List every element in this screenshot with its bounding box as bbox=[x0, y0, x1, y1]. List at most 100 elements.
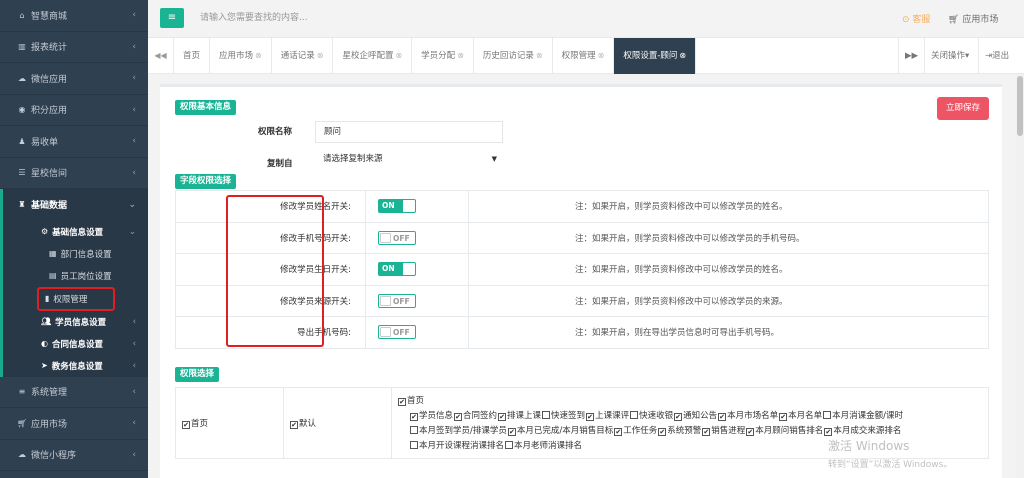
checkbox[interactable] bbox=[824, 428, 833, 436]
permission-checkbox-item[interactable]: 本月市场名单 bbox=[718, 411, 778, 421]
logout-button[interactable]: ⇥退出 bbox=[978, 38, 1015, 74]
close-icon[interactable]: ⊗ bbox=[255, 51, 262, 60]
sidebar-item[interactable]: ☰ 星校信间 ‹ bbox=[0, 158, 148, 189]
permission-checkbox-item[interactable]: 本月已完成/本月销售目标 bbox=[507, 426, 613, 436]
toggle-switch[interactable]: ON bbox=[378, 262, 416, 277]
toggle-switch[interactable]: OFF bbox=[378, 230, 416, 245]
sidebar-item[interactable]: ▥ 报表统计 ‹ bbox=[0, 32, 148, 63]
sidebar-item[interactable]: ◉ 积分应用 ‹ bbox=[0, 95, 148, 126]
toggle-switch[interactable]: OFF bbox=[378, 293, 416, 308]
sidebar-subitem[interactable]: 👥︎ 学员信息设置 ‹ bbox=[3, 311, 148, 333]
tab[interactable]: 首页 bbox=[174, 38, 211, 74]
toggle-knob bbox=[380, 295, 391, 306]
checkbox[interactable] bbox=[614, 428, 623, 436]
sidebar-item[interactable]: ☁ 微信小程序 ‹ bbox=[0, 440, 148, 471]
tab[interactable]: 权限管理 ⊗ bbox=[553, 38, 615, 74]
permission-checkbox-item[interactable]: 本月开设课程消课排名 bbox=[410, 441, 504, 451]
checkbox[interactable] bbox=[674, 413, 683, 421]
tab[interactable]: 权限设置-顾问 ⊗ bbox=[614, 38, 697, 74]
checkbox[interactable] bbox=[410, 426, 418, 434]
checkbox[interactable] bbox=[718, 413, 727, 421]
permission-checkbox-item[interactable]: 本月消课金额/课时 bbox=[823, 411, 903, 421]
field-note: 注：如果开启，则学员资料修改中可以修改学员的手机号码。 bbox=[468, 221, 989, 254]
checkbox[interactable] bbox=[498, 413, 507, 421]
id-card-icon: ▤ bbox=[49, 271, 57, 280]
checkbox[interactable] bbox=[398, 398, 406, 406]
close-icon[interactable]: ⊗ bbox=[457, 51, 464, 60]
menu-toggle-button[interactable]: ≡ bbox=[160, 8, 184, 28]
tab[interactable]: 学员分配 ⊗ bbox=[412, 38, 474, 74]
permission-checkbox-item[interactable]: 排课上课 bbox=[498, 411, 541, 421]
sidebar-leaf[interactable]: ▦ 部门信息设置 bbox=[3, 243, 148, 265]
checkbox[interactable] bbox=[410, 441, 418, 449]
permission-checkbox-item[interactable]: 本月顾问销售排名 bbox=[746, 426, 823, 436]
permission-checkbox-item[interactable]: 通知公告 bbox=[674, 411, 717, 421]
tab-scroll-right-icon[interactable]: ▶▶ bbox=[898, 38, 924, 74]
checkbox[interactable] bbox=[779, 413, 788, 421]
list-icon: ≡ bbox=[18, 387, 26, 397]
toggle-switch[interactable]: OFF bbox=[378, 325, 416, 340]
close-ops-label: 关闭操作 bbox=[931, 51, 966, 61]
close-icon[interactable]: ⊗ bbox=[598, 51, 605, 60]
permission-name-input[interactable]: 顾问 bbox=[315, 121, 503, 143]
sidebar-subitem[interactable]: ⚙ 基础信息设置 ⌄ bbox=[3, 221, 148, 243]
search-input[interactable]: 请输入您需要查找的内容... bbox=[192, 7, 422, 29]
tab[interactable]: 历史回访记录 ⊗ bbox=[474, 38, 553, 74]
sidebar-item[interactable]: 🛒︎ 应用市场 ‹ bbox=[0, 408, 148, 440]
checkbox[interactable] bbox=[542, 411, 551, 419]
permission-checkbox-item[interactable]: 快速签到 bbox=[542, 411, 585, 421]
perm-col-default[interactable]: 默认 bbox=[283, 387, 392, 459]
sidebar-leaf[interactable]: ▮ 权限管理 bbox=[37, 286, 115, 311]
close-ops-dropdown[interactable]: 关闭操作▾ bbox=[924, 38, 975, 74]
sidebar-subitem[interactable]: ➤ 教务信息设置 ‹ bbox=[3, 355, 148, 377]
permission-checkbox-item[interactable]: 合同签约 bbox=[454, 411, 497, 421]
checkbox[interactable] bbox=[702, 428, 711, 436]
tab[interactable]: 应用市场 ⊗ bbox=[210, 38, 272, 74]
scrollbar-thumb[interactable] bbox=[1017, 76, 1023, 136]
file-icon: ▮ bbox=[45, 294, 50, 303]
checkbox[interactable] bbox=[658, 428, 667, 436]
customer-service-link[interactable]: ⊙ 客服 bbox=[902, 12, 930, 25]
field-name: 修改学员生日开关: bbox=[175, 253, 366, 286]
toggle-switch[interactable]: ON bbox=[378, 199, 416, 214]
sidebar-item[interactable]: ☁ 微信应用 ‹ bbox=[0, 63, 148, 95]
sidebar-item[interactable]: ♜ 基础数据 ⌄ bbox=[3, 189, 148, 221]
permission-checkbox-item[interactable]: 销售进程 bbox=[702, 426, 745, 436]
checkbox[interactable] bbox=[507, 428, 516, 436]
copy-from-select[interactable]: 请选择复制来源 ▼ bbox=[315, 149, 503, 171]
sidebar-item[interactable]: ♟ 易收单 ‹ bbox=[0, 126, 148, 158]
checkbox[interactable] bbox=[290, 421, 298, 429]
chevron-left-icon: ‹ bbox=[132, 41, 136, 52]
permission-checkbox-item[interactable]: 本月名单 bbox=[779, 411, 822, 421]
app-market-link[interactable]: 🛒︎ 应用市场 bbox=[948, 12, 998, 25]
checkbox[interactable] bbox=[410, 413, 418, 421]
close-icon[interactable]: ⊗ bbox=[317, 51, 324, 60]
checkbox[interactable] bbox=[823, 411, 832, 419]
checkbox[interactable] bbox=[454, 413, 463, 421]
sidebar-subitem[interactable]: ◐ 合同信息设置 ‹ bbox=[3, 333, 148, 355]
close-icon[interactable]: ⊗ bbox=[536, 51, 543, 60]
permission-checkbox-item[interactable]: 学员信息 bbox=[410, 411, 453, 421]
checkbox[interactable] bbox=[505, 441, 514, 449]
sidebar-item[interactable]: ≡ 系统管理 ‹ bbox=[0, 377, 148, 408]
permission-checkbox-item[interactable]: 工作任务 bbox=[614, 426, 657, 436]
permission-checkbox-item[interactable]: 本月签到学员/排课学员 bbox=[410, 426, 507, 436]
permission-checkbox-item[interactable]: 本月成交来源排名 bbox=[824, 426, 901, 436]
permission-checkbox-item[interactable]: 快速收银 bbox=[630, 411, 673, 421]
checkbox[interactable] bbox=[182, 421, 190, 429]
sidebar-leaf[interactable]: ▤ 员工岗位设置 bbox=[3, 265, 148, 287]
checkbox[interactable] bbox=[746, 428, 755, 436]
permission-checkbox-item[interactable]: 系统预警 bbox=[658, 426, 701, 436]
close-icon[interactable]: ⊗ bbox=[395, 51, 402, 60]
permission-checkbox-item[interactable]: 本月老师消课排名 bbox=[505, 441, 582, 451]
sidebar-item[interactable]: ⌂ 智慧商城 ‹ bbox=[0, 0, 148, 32]
tab-scroll-left-icon[interactable]: ◀◀ bbox=[148, 38, 174, 74]
perm-col-home[interactable]: 首页 bbox=[175, 387, 284, 459]
checkbox[interactable] bbox=[586, 413, 595, 421]
permission-checkbox-item[interactable]: 上课课评 bbox=[586, 411, 629, 421]
close-icon[interactable]: ⊗ bbox=[679, 51, 686, 60]
tab[interactable]: 通话记录 ⊗ bbox=[272, 38, 334, 74]
save-button[interactable]: 立即保存 bbox=[937, 97, 989, 120]
tab[interactable]: 星校企呼配置 ⊗ bbox=[333, 38, 413, 74]
checkbox[interactable] bbox=[630, 411, 639, 419]
